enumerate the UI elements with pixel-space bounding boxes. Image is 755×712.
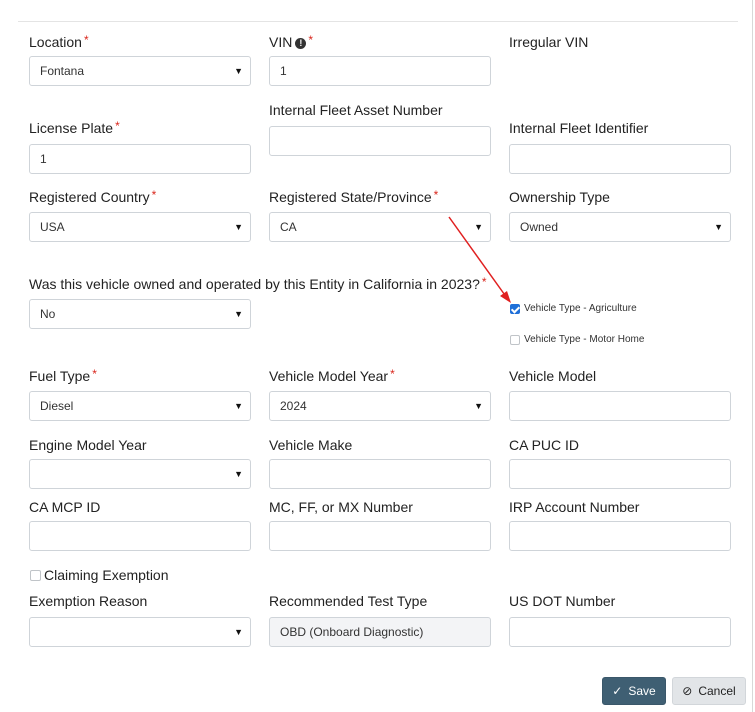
us-dot-number-label: US DOT Number (509, 593, 616, 609)
location-field: Location * Fontana ▼ (29, 33, 251, 87)
info-icon[interactable]: ! (295, 38, 307, 49)
owned-in-california-label: Was this vehicle owned and operated by t… (29, 275, 487, 292)
owned-in-california-select[interactable]: No ▼ (29, 299, 251, 329)
ban-icon: ⊘ (682, 684, 693, 698)
ca-mcp-id-input[interactable] (29, 521, 251, 551)
vin-label: VIN! * (269, 33, 314, 50)
internal-fleet-asset-number-field: Internal Fleet Asset Number (269, 101, 491, 156)
license-plate-input[interactable]: 1 (29, 144, 251, 174)
caret-down-icon: ▼ (474, 222, 483, 232)
registered-country-select[interactable]: USA ▼ (29, 212, 251, 242)
vehicle-make-input[interactable] (269, 459, 491, 489)
engine-model-year-label: Engine Model Year (29, 437, 147, 453)
internal-fleet-identifier-label: Internal Fleet Identifier (509, 120, 649, 136)
exemption-reason-field: Exemption Reason ▼ (29, 592, 251, 647)
irp-account-number-input[interactable] (509, 521, 731, 551)
claiming-exemption-label: Claiming Exemption (44, 567, 169, 583)
exemption-reason-select[interactable]: ▼ (29, 617, 251, 647)
vehicle-model-input[interactable] (509, 391, 731, 421)
vehicle-model-field: Vehicle Model (509, 367, 731, 421)
vehicle-type-motor-home-checkbox[interactable] (510, 335, 520, 345)
vehicle-model-year-field: Vehicle Model Year * 2024 ▼ (269, 367, 491, 421)
engine-model-year-select[interactable]: ▼ (29, 459, 251, 489)
caret-down-icon: ▼ (234, 627, 243, 637)
ownership-type-label: Ownership Type (509, 189, 610, 205)
internal-fleet-identifier-field: Internal Fleet Identifier (509, 119, 731, 174)
mc-ff-mx-number-label: MC, FF, or MX Number (269, 499, 413, 515)
vin-input[interactable]: 1 (269, 56, 491, 86)
registered-country-label: Registered Country * (29, 188, 157, 205)
caret-down-icon: ▼ (234, 222, 243, 232)
vehicle-type-agriculture-checkbox[interactable] (510, 304, 520, 314)
check-icon: ✓ (612, 684, 623, 698)
recommended-test-type-input: OBD (Onboard Diagnostic) (269, 617, 491, 647)
location-label: Location * (29, 33, 89, 50)
ownership-type-select[interactable]: Owned ▼ (509, 212, 731, 242)
caret-down-icon: ▼ (474, 401, 483, 411)
irp-account-number-field: IRP Account Number (509, 498, 731, 552)
vehicle-model-year-select[interactable]: 2024 ▼ (269, 391, 491, 421)
irregular-vin-field: Irregular VIN (509, 33, 731, 53)
exemption-reason-label: Exemption Reason (29, 593, 148, 609)
vehicle-make-label: Vehicle Make (269, 437, 353, 453)
ownership-type-field: Ownership Type Owned ▼ (509, 188, 731, 242)
internal-fleet-identifier-input[interactable] (509, 144, 731, 174)
vehicle-type-motor-home-label: Vehicle Type - Motor Home (524, 334, 645, 345)
registered-state-select[interactable]: CA ▼ (269, 212, 491, 242)
us-dot-number-field: US DOT Number (509, 592, 731, 647)
caret-down-icon: ▼ (234, 469, 243, 479)
us-dot-number-input[interactable] (509, 617, 731, 647)
mc-ff-mx-number-field: MC, FF, or MX Number (269, 498, 491, 552)
registered-country-field: Registered Country * USA ▼ (29, 188, 251, 242)
recommended-test-type-field: Recommended Test Type OBD (Onboard Diagn… (269, 592, 491, 647)
right-divider (752, 0, 753, 712)
owned-in-california-field: Was this vehicle owned and operated by t… (29, 275, 487, 329)
vin-field: VIN! * 1 (269, 33, 491, 87)
caret-down-icon: ▼ (234, 309, 243, 319)
claiming-exemption-checkbox[interactable] (30, 570, 41, 581)
fuel-type-label: Fuel Type * (29, 367, 97, 384)
registered-state-label: Registered State/Province * (269, 188, 439, 205)
recommended-test-type-label: Recommended Test Type (269, 593, 428, 609)
license-plate-field: License Plate * 1 (29, 119, 251, 174)
engine-model-year-field: Engine Model Year ▼ (29, 436, 251, 490)
fuel-type-field: Fuel Type * Diesel ▼ (29, 367, 251, 421)
cancel-button[interactable]: ⊘ Cancel (672, 677, 746, 705)
ca-mcp-id-label: CA MCP ID (29, 499, 101, 515)
caret-down-icon: ▼ (714, 222, 723, 232)
vehicle-model-label: Vehicle Model (509, 368, 597, 384)
vehicle-make-field: Vehicle Make (269, 436, 491, 490)
ca-mcp-id-field: CA MCP ID (29, 498, 251, 552)
vehicle-model-year-label: Vehicle Model Year * (269, 367, 395, 384)
mc-ff-mx-number-input[interactable] (269, 521, 491, 551)
registered-state-field: Registered State/Province * CA ▼ (269, 188, 491, 242)
ca-puc-id-label: CA PUC ID (509, 437, 580, 453)
caret-down-icon: ▼ (234, 66, 243, 76)
caret-down-icon: ▼ (234, 401, 243, 411)
location-select[interactable]: Fontana ▼ (29, 56, 251, 86)
irregular-vin-label: Irregular VIN (509, 34, 589, 50)
ca-puc-id-field: CA PUC ID (509, 436, 731, 490)
ca-puc-id-input[interactable] (509, 459, 731, 489)
top-divider (18, 21, 738, 22)
save-button[interactable]: ✓ Save (602, 677, 666, 705)
license-plate-label: License Plate * (29, 119, 120, 136)
internal-fleet-asset-number-input[interactable] (269, 126, 491, 156)
vehicle-type-agriculture-label: Vehicle Type - Agriculture (524, 303, 637, 314)
irp-account-number-label: IRP Account Number (509, 499, 640, 515)
fuel-type-select[interactable]: Diesel ▼ (29, 391, 251, 421)
internal-fleet-asset-number-label: Internal Fleet Asset Number (269, 102, 443, 118)
